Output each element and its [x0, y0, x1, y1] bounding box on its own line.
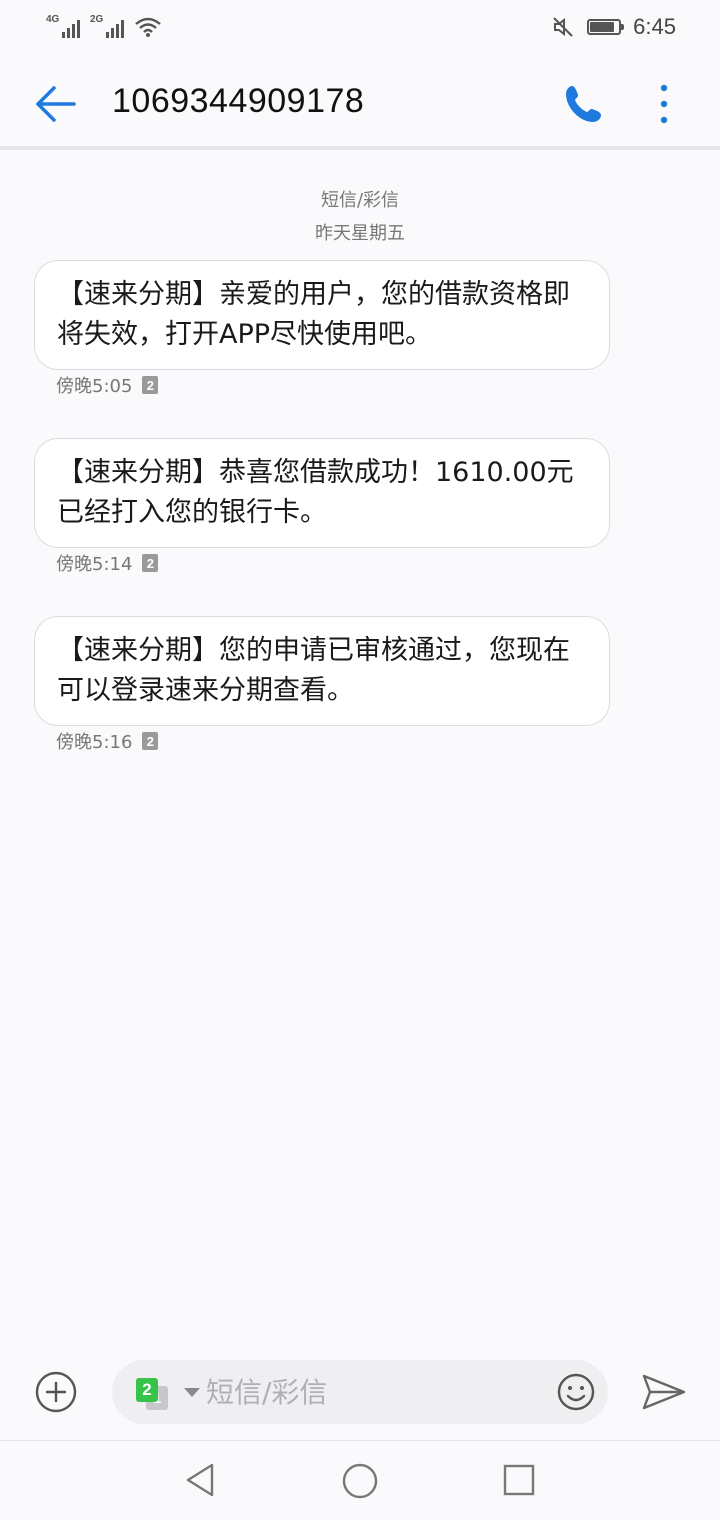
contact-number-title: 1069344909178	[112, 82, 365, 120]
sim-selected-icon: 2	[136, 1378, 158, 1402]
status-bar: 4G 2G 6:45	[0, 0, 720, 56]
message-text: 【速来分期】您的申请已审核通过，您现在可以登录速来分期查看。	[57, 635, 570, 706]
battery-icon	[587, 19, 625, 35]
add-attachment-icon[interactable]	[34, 1370, 78, 1414]
sim-card-icon: 2	[142, 376, 159, 394]
message-input[interactable]	[206, 1370, 536, 1414]
sim1-network-label: 4G	[46, 14, 60, 25]
message-meta: 傍晚5:14 2	[56, 550, 159, 576]
nav-recent-apps-icon[interactable]	[500, 1461, 540, 1501]
sim-card-icon: 2	[142, 732, 159, 750]
send-icon[interactable]	[640, 1370, 688, 1414]
sim-card-icon: 2	[142, 554, 159, 572]
message-bubble[interactable]: 【速来分期】恭喜您借款成功！1610.00元已经打入您的银行卡。	[34, 438, 610, 548]
message-type-header: 短信/彩信	[320, 190, 400, 211]
back-arrow-icon[interactable]	[30, 82, 82, 126]
message-text: 【速来分期】亲爱的用户，您的借款资格即将失效，打开APP尽快使用吧。	[57, 279, 570, 350]
status-time: 6:45	[633, 14, 676, 39]
signal-indicators: 4G 2G	[46, 14, 162, 38]
phone-call-icon[interactable]	[562, 82, 606, 126]
message-time: 傍晚5:14	[56, 554, 133, 575]
conversation-header: 1069344909178	[0, 56, 720, 150]
more-options-icon[interactable]	[650, 82, 678, 126]
wifi-icon	[135, 17, 161, 37]
message-composer: 1 2	[112, 1360, 608, 1424]
sim2-network-label: 2G	[90, 14, 104, 25]
message-bubble[interactable]: 【速来分期】亲爱的用户，您的借款资格即将失效，打开APP尽快使用吧。	[34, 260, 610, 370]
system-navigation-bar	[0, 1440, 720, 1520]
sim1-signal-icon: 4G	[46, 14, 80, 38]
mute-icon	[553, 17, 573, 37]
nav-back-icon[interactable]	[182, 1461, 220, 1499]
emoji-icon[interactable]	[556, 1372, 596, 1412]
sim-selector[interactable]: 1 2	[136, 1378, 176, 1410]
date-header: 昨天星期五	[315, 223, 405, 244]
message-meta: 傍晚5:05 2	[56, 372, 159, 398]
nav-home-icon[interactable]	[340, 1461, 380, 1501]
message-meta: 傍晚5:16 2	[56, 728, 159, 754]
message-bubble[interactable]: 【速来分期】您的申请已审核通过，您现在可以登录速来分期查看。	[34, 616, 610, 726]
message-time: 傍晚5:05	[56, 376, 133, 397]
message-time: 傍晚5:16	[56, 732, 133, 753]
chevron-down-icon[interactable]	[184, 1388, 200, 1397]
message-text: 【速来分期】恭喜您借款成功！1610.00元已经打入您的银行卡。	[57, 457, 574, 528]
sim2-signal-icon: 2G	[90, 14, 124, 38]
